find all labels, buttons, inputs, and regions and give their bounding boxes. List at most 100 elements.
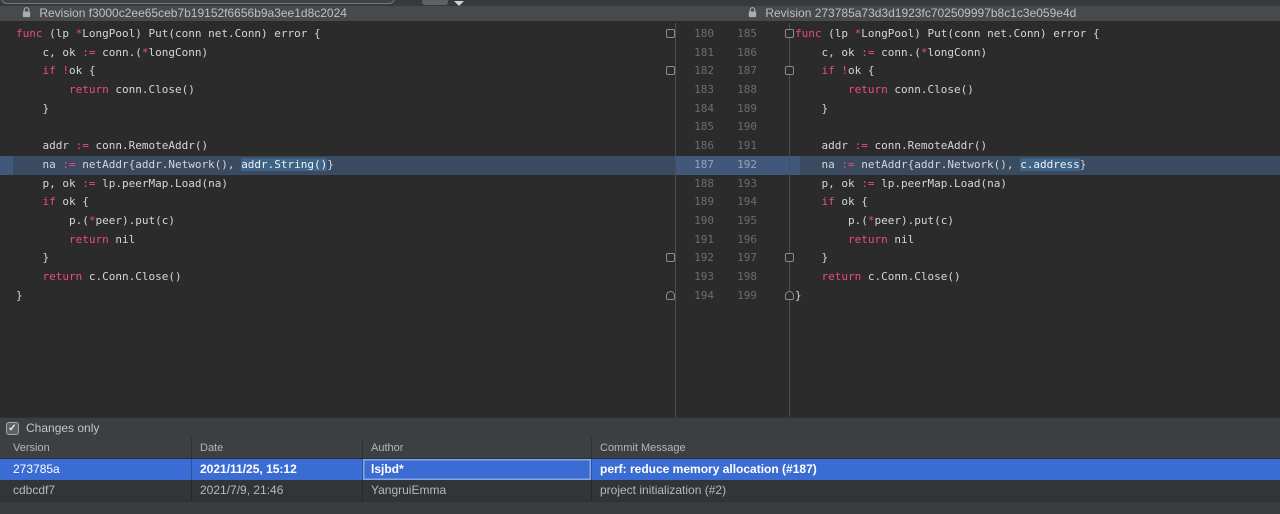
code-line[interactable]: return conn.Close() xyxy=(16,81,674,100)
right-editor-pane[interactable]: func (lp *LongPool) Put(conn net.Conn) e… xyxy=(790,25,1280,305)
code-text: := xyxy=(62,158,75,171)
code-text: LongPool) Put(conn net.Conn) error { xyxy=(82,27,320,40)
code-text: nil xyxy=(109,233,136,246)
code-line[interactable]: } xyxy=(16,287,674,306)
revision-table: Version Date Author Commit Message 27378… xyxy=(0,438,1280,501)
code-text xyxy=(795,270,822,283)
check-icon: ✓ xyxy=(7,423,18,434)
code-text: ok { xyxy=(848,64,875,77)
code-text: ! xyxy=(62,64,69,77)
code-text: addr xyxy=(16,139,76,152)
code-line[interactable]: p, ok := lp.peerMap.Load(na) xyxy=(16,175,674,194)
code-text: } xyxy=(795,289,802,302)
code-line[interactable]: c, ok := conn.(*longConn) xyxy=(16,44,674,63)
filter-input[interactable] xyxy=(1,0,395,4)
line-number: 194 xyxy=(678,287,714,306)
code-text: return xyxy=(822,270,862,283)
column-header-message[interactable]: Commit Message xyxy=(592,438,1280,458)
fold-end-marker-icon[interactable] xyxy=(666,291,675,300)
code-line[interactable]: } xyxy=(795,249,1280,268)
fold-end-marker-icon[interactable] xyxy=(785,291,794,300)
column-header-author[interactable]: Author xyxy=(363,438,592,458)
cell-date[interactable]: 2021/7/9, 21:46 xyxy=(192,480,363,501)
code-text: longConn) xyxy=(148,46,208,59)
right-revision-title: Revision 273785a73d3d1923fc702509997b8c1… xyxy=(748,6,1076,22)
code-text xyxy=(16,270,43,283)
line-number: 189 xyxy=(721,100,757,119)
code-line[interactable]: func (lp *LongPool) Put(conn net.Conn) e… xyxy=(16,25,674,44)
code-line[interactable]: p.(*peer).put(c) xyxy=(16,212,674,231)
code-line[interactable]: if !ok { xyxy=(16,62,674,81)
code-line[interactable]: } xyxy=(16,100,674,119)
fold-start-marker-icon[interactable] xyxy=(666,29,675,38)
table-row[interactable]: 273785a2021/11/25, 15:12lsjbd*perf: redu… xyxy=(0,459,1280,480)
line-number: 183 xyxy=(678,81,714,100)
code-text: := xyxy=(841,158,854,171)
code-text: netAddr{addr.Network(), xyxy=(76,158,242,171)
code-line[interactable]: return nil xyxy=(795,231,1280,250)
line-number: 186 xyxy=(678,137,714,156)
fold-start-marker-icon[interactable] xyxy=(666,253,675,262)
changes-only-label[interactable]: Changes only xyxy=(26,421,99,436)
line-number: 188 xyxy=(721,81,757,100)
code-text: na xyxy=(16,158,62,171)
column-header-date[interactable]: Date xyxy=(192,438,363,458)
code-text: addr xyxy=(795,139,855,152)
code-text: func xyxy=(795,27,822,40)
toolbar-mini-button[interactable] xyxy=(422,0,448,5)
code-line[interactable]: } xyxy=(795,100,1280,119)
gutter-separator-left xyxy=(675,23,676,417)
cell-version[interactable]: 273785a xyxy=(0,459,192,480)
table-row[interactable]: cdbcdf72021/7/9, 21:46YangruiEmmaproject… xyxy=(0,480,1280,501)
line-number: 181 xyxy=(678,44,714,63)
line-number: 196 xyxy=(721,231,757,250)
fold-start-marker-icon[interactable] xyxy=(785,66,794,75)
code-line[interactable]: p.(*peer).put(c) xyxy=(795,212,1280,231)
diff-editor[interactable]: func (lp *LongPool) Put(conn net.Conn) e… xyxy=(0,23,1280,417)
code-line[interactable]: addr := conn.RemoteAddr() xyxy=(16,137,674,156)
code-line[interactable]: func (lp *LongPool) Put(conn net.Conn) e… xyxy=(795,25,1280,44)
code-line[interactable] xyxy=(795,118,1280,137)
code-line[interactable]: return nil xyxy=(16,231,674,250)
code-line[interactable]: if !ok { xyxy=(795,62,1280,81)
code-text: conn.( xyxy=(874,46,920,59)
cell-message[interactable]: project initialization (#2) xyxy=(592,480,1280,501)
column-header-version[interactable]: Version xyxy=(0,438,192,458)
code-text: := xyxy=(861,177,874,190)
code-line[interactable]: na := netAddr{addr.Network(), c.address} xyxy=(795,156,1280,175)
line-number: 185 xyxy=(678,118,714,137)
code-line[interactable]: p, ok := lp.peerMap.Load(na) xyxy=(795,175,1280,194)
cell-author[interactable]: lsjbd* xyxy=(363,459,592,480)
code-text: conn.Close() xyxy=(888,83,974,96)
fold-start-marker-icon[interactable] xyxy=(785,29,794,38)
code-line[interactable]: if ok { xyxy=(795,193,1280,212)
cell-message[interactable]: perf: reduce memory allocation (#187) xyxy=(592,459,1280,480)
fold-start-marker-icon[interactable] xyxy=(666,66,675,75)
code-text: conn.( xyxy=(95,46,141,59)
code-text xyxy=(795,83,848,96)
fold-start-marker-icon[interactable] xyxy=(785,253,794,262)
code-line[interactable]: return c.Conn.Close() xyxy=(16,268,674,287)
code-text: ok { xyxy=(69,64,96,77)
code-line[interactable]: c, ok := conn.(*longConn) xyxy=(795,44,1280,63)
code-line[interactable]: return c.Conn.Close() xyxy=(795,268,1280,287)
cell-version[interactable]: cdbcdf7 xyxy=(0,480,192,501)
code-line[interactable]: if ok { xyxy=(16,193,674,212)
code-line[interactable]: return conn.Close() xyxy=(795,81,1280,100)
left-revision-title: Revision f3000c2ee65ceb7b19152f6656b9a3e… xyxy=(22,6,347,22)
code-text: (lp xyxy=(43,27,76,40)
left-editor-pane[interactable]: func (lp *LongPool) Put(conn net.Conn) e… xyxy=(0,25,674,305)
code-line[interactable]: addr := conn.RemoteAddr() xyxy=(795,137,1280,156)
line-number: 193 xyxy=(721,175,757,194)
code-line[interactable]: na := netAddr{addr.Network(), addr.Strin… xyxy=(16,156,674,175)
code-line[interactable]: } xyxy=(795,287,1280,306)
code-text: := xyxy=(861,46,874,59)
code-line[interactable]: } xyxy=(16,249,674,268)
code-line[interactable] xyxy=(16,118,674,137)
cell-date[interactable]: 2021/11/25, 15:12 xyxy=(192,459,363,480)
changes-only-checkbox[interactable]: ✓ xyxy=(6,422,19,435)
code-text: lp.peerMap.Load(na) xyxy=(874,177,1006,190)
cell-author[interactable]: YangruiEmma xyxy=(363,480,592,501)
code-text: conn.RemoteAddr() xyxy=(89,139,208,152)
code-text: if xyxy=(822,64,835,77)
